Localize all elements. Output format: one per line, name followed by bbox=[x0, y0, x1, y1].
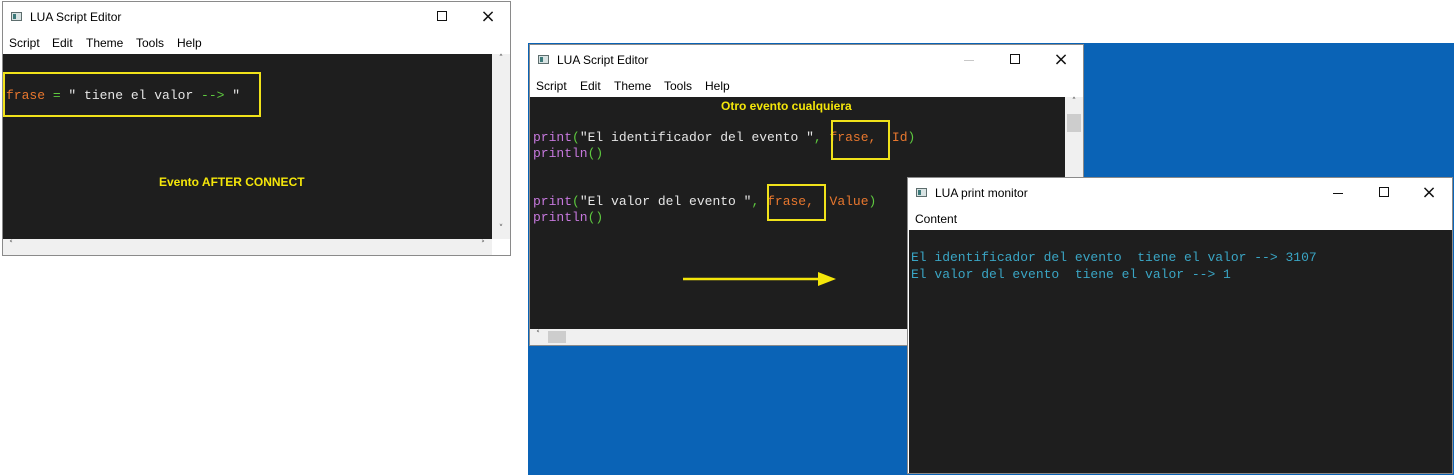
scroll-up-icon[interactable]: ˄ bbox=[1065, 97, 1083, 107]
close-button[interactable]: × bbox=[465, 2, 511, 32]
output-line-2: El valor del evento tiene el valor --> 1 bbox=[911, 267, 1231, 282]
title-bar[interactable]: LUA Script Editor × bbox=[3, 2, 510, 32]
paren-close: ) bbox=[868, 194, 877, 209]
minimize-button[interactable] bbox=[946, 45, 992, 75]
vertical-scrollbar[interactable]: ˄ ˅ bbox=[492, 54, 510, 239]
scroll-up-icon[interactable]: ˄ bbox=[492, 54, 510, 64]
output-console[interactable]: El identificador del evento tiene el val… bbox=[909, 230, 1452, 473]
code-editor[interactable]: frase = " tiene el valor --> " Evento AF… bbox=[3, 54, 492, 239]
paren-close: ) bbox=[907, 130, 916, 145]
print-keyword: print bbox=[533, 194, 573, 209]
title-bar[interactable]: LUA Script Editor × bbox=[530, 45, 1083, 75]
window-title: LUA Script Editor bbox=[30, 10, 122, 24]
scroll-left-icon[interactable]: ˂ bbox=[5, 240, 17, 250]
param-value: Value bbox=[829, 194, 869, 209]
window-title: LUA print monitor bbox=[935, 186, 1028, 200]
horizontal-scrollbar[interactable]: ˂ ˃ bbox=[3, 239, 492, 255]
menu-theme[interactable]: Theme bbox=[86, 36, 123, 50]
string-literal: "El identificador del evento " bbox=[579, 130, 814, 145]
horizontal-scrollbar[interactable]: ˂ bbox=[530, 329, 910, 345]
window-title: LUA Script Editor bbox=[557, 53, 649, 67]
scroll-thumb[interactable] bbox=[1067, 114, 1081, 132]
parens: () bbox=[587, 146, 604, 161]
code-line-println-1: println() bbox=[533, 146, 603, 162]
maximize-button[interactable] bbox=[419, 2, 465, 32]
app-icon bbox=[11, 12, 22, 21]
scroll-left-icon[interactable]: ˂ bbox=[532, 330, 544, 340]
menu-content[interactable]: Content bbox=[915, 212, 957, 226]
menu-bar: Script Edit Theme Tools Help bbox=[3, 32, 510, 54]
print-monitor-window: LUA print monitor × Content El identific… bbox=[907, 177, 1453, 474]
close-button[interactable]: × bbox=[1406, 178, 1452, 208]
scroll-right-icon[interactable]: ˃ bbox=[477, 240, 489, 250]
maximize-button[interactable] bbox=[1361, 178, 1407, 208]
scroll-down-icon[interactable]: ˅ bbox=[492, 224, 510, 234]
menu-edit[interactable]: Edit bbox=[52, 36, 73, 50]
highlight-box bbox=[831, 120, 890, 160]
minimize-button[interactable] bbox=[1315, 178, 1361, 208]
menu-bar: Script Edit Theme Tools Help bbox=[530, 75, 1083, 97]
menu-bar: Content bbox=[908, 208, 1452, 230]
parens: () bbox=[587, 210, 604, 225]
menu-tools[interactable]: Tools bbox=[136, 36, 164, 50]
menu-edit[interactable]: Edit bbox=[580, 79, 601, 93]
app-icon bbox=[538, 55, 549, 64]
maximize-button[interactable] bbox=[992, 45, 1038, 75]
output-line-1: El identificador del evento tiene el val… bbox=[911, 250, 1317, 265]
comma: , bbox=[751, 194, 760, 209]
menu-script[interactable]: Script bbox=[536, 79, 567, 93]
arrow-annotation bbox=[683, 272, 836, 286]
annotation-label: Otro evento cualquiera bbox=[721, 99, 852, 113]
println-keyword: println bbox=[533, 146, 588, 161]
code-line-println-2: println() bbox=[533, 210, 603, 226]
title-bar[interactable]: LUA print monitor × bbox=[908, 178, 1452, 208]
annotation-label: Evento AFTER CONNECT bbox=[159, 175, 305, 189]
println-keyword: println bbox=[533, 210, 588, 225]
highlight-box bbox=[3, 72, 261, 117]
menu-script[interactable]: Script bbox=[9, 36, 40, 50]
close-button[interactable]: × bbox=[1038, 45, 1084, 75]
paren-open: ( bbox=[572, 130, 580, 145]
scroll-thumb[interactable] bbox=[548, 331, 566, 343]
menu-help[interactable]: Help bbox=[177, 36, 202, 50]
menu-help[interactable]: Help bbox=[705, 79, 730, 93]
menu-theme[interactable]: Theme bbox=[614, 79, 651, 93]
script-editor-window-left: LUA Script Editor × Script Edit Theme To… bbox=[2, 1, 511, 256]
param-id: Id bbox=[891, 130, 908, 145]
string-literal: "El valor del evento " bbox=[579, 194, 752, 209]
app-icon bbox=[916, 188, 927, 197]
print-keyword: print bbox=[533, 130, 573, 145]
paren-open: ( bbox=[572, 194, 580, 209]
highlight-box bbox=[767, 184, 826, 221]
menu-tools[interactable]: Tools bbox=[664, 79, 692, 93]
comma: , bbox=[813, 130, 822, 145]
